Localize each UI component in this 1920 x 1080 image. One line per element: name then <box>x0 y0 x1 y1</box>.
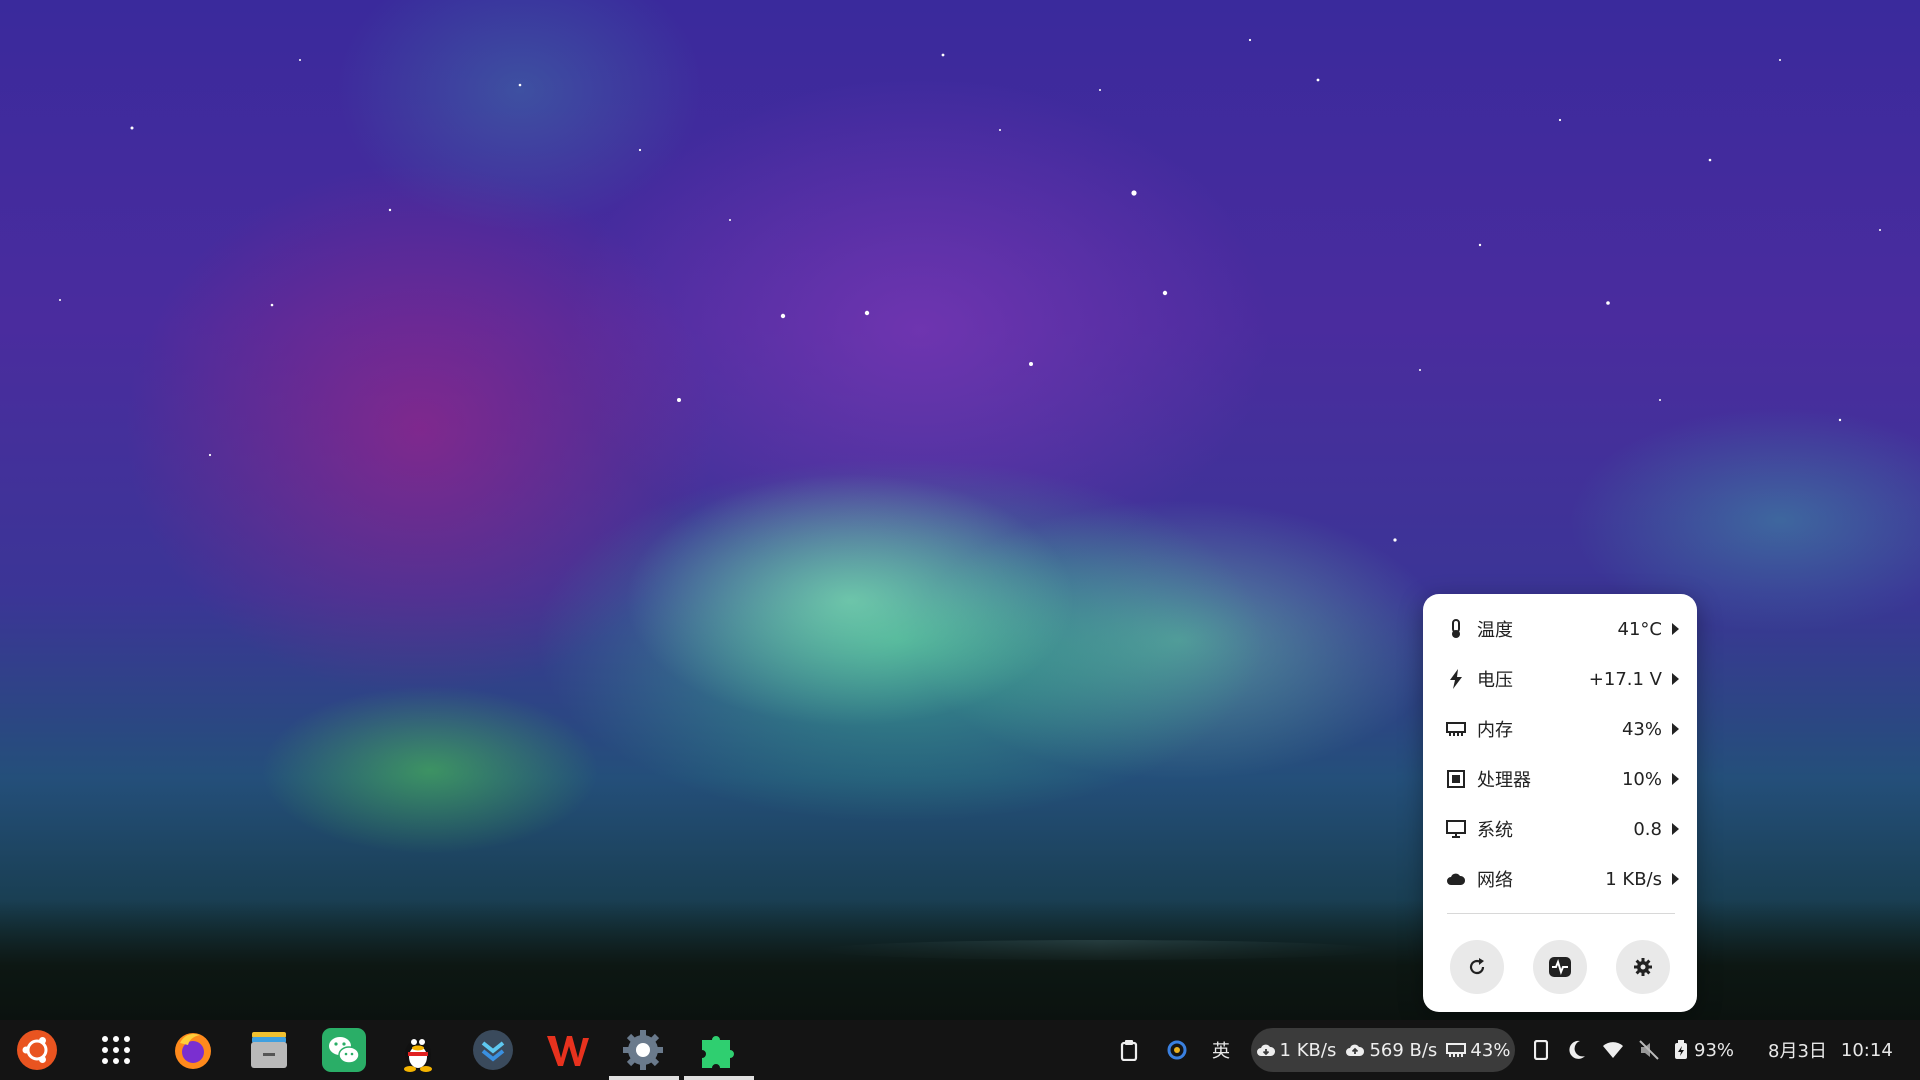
chevron-right-icon <box>1672 873 1679 885</box>
volume-indicator[interactable] <box>1638 1020 1660 1080</box>
clipboard-indicator[interactable] <box>1120 1020 1138 1080</box>
settings-icon <box>1634 958 1652 976</box>
battery-indicator[interactable]: 93% <box>1674 1020 1734 1080</box>
taskbar: 英 1 KB/s 569 B/s 43% 93% 8月3日 10:14 <box>0 1020 1920 1080</box>
cpu-row[interactable]: 处理器 10% <box>1445 761 1679 797</box>
row-value: +17.1 V <box>1588 668 1662 690</box>
row-label: 电压 <box>1477 670 1513 691</box>
battery-value: 93% <box>1694 1039 1735 1061</box>
bolt-icon <box>1445 668 1467 690</box>
voltage-row[interactable]: 电压 +17.1 V <box>1445 661 1679 697</box>
thermometer-icon <box>1445 618 1467 640</box>
wifi-indicator[interactable] <box>1602 1020 1624 1080</box>
files-button[interactable] <box>245 1026 293 1074</box>
memory-icon <box>1445 718 1467 740</box>
network-row[interactable]: 网络 1 KB/s <box>1445 861 1679 897</box>
battery-charging-icon <box>1675 1040 1687 1059</box>
clipboard-icon <box>1120 1040 1138 1061</box>
system-row[interactable]: 系统 0.8 <box>1445 811 1679 847</box>
todo-app-button[interactable] <box>469 1026 517 1074</box>
firefox-button[interactable] <box>169 1026 217 1074</box>
chevron-right-icon <box>1672 723 1679 735</box>
wechat-button[interactable] <box>320 1026 368 1074</box>
night-light-indicator[interactable] <box>1568 1020 1586 1080</box>
volume-muted-icon <box>1639 1040 1659 1060</box>
activity-monitor-icon <box>1549 957 1571 977</box>
input-method-label: 英 <box>1212 1041 1230 1062</box>
system-monitor-indicator[interactable]: 1 KB/s 569 B/s 43% <box>1251 1028 1515 1072</box>
net-down-value: 1 KB/s <box>1279 1039 1337 1061</box>
input-method-indicator[interactable]: 英 <box>1212 1020 1230 1080</box>
moon-icon <box>1569 1040 1585 1059</box>
qq-button[interactable] <box>394 1026 442 1074</box>
time-label: 10:14 <box>1840 1039 1893 1061</box>
date-label: 8月3日 <box>1768 1041 1827 1062</box>
ubuntu-logo-icon <box>17 1030 57 1070</box>
active-app-indicator <box>684 1076 754 1080</box>
memory-value: 43% <box>1470 1039 1511 1061</box>
row-label: 温度 <box>1477 620 1513 641</box>
temperature-row[interactable]: 温度 41°C <box>1445 611 1679 647</box>
wps-icon <box>547 1036 589 1066</box>
cloud-icon <box>1445 868 1467 890</box>
puzzle-icon <box>702 1036 734 1068</box>
row-value: 43% <box>1621 718 1662 740</box>
cloud-download-icon <box>1256 1044 1275 1056</box>
todo-app-icon <box>473 1030 513 1070</box>
row-label: 系统 <box>1477 820 1513 841</box>
row-value: 10% <box>1621 768 1662 790</box>
cloud-upload-icon <box>1346 1044 1365 1056</box>
wechat-icon <box>322 1028 366 1072</box>
wps-button[interactable] <box>544 1026 592 1074</box>
row-value: 0.8 <box>1633 818 1662 840</box>
memory-row[interactable]: 内存 43% <box>1445 711 1679 747</box>
monitor-icon <box>1445 818 1467 840</box>
row-value: 41°C <box>1617 618 1662 640</box>
refresh-button[interactable] <box>1450 940 1504 994</box>
cpu-icon <box>1445 768 1467 790</box>
system-monitor-button[interactable] <box>1533 940 1587 994</box>
wifi-icon <box>1603 1042 1623 1058</box>
qq-icon <box>404 1039 432 1072</box>
app-indicator-icon <box>1167 1040 1187 1060</box>
divider <box>1447 913 1675 914</box>
app-indicator[interactable] <box>1166 1020 1188 1080</box>
ubuntu-logo-button[interactable] <box>13 1026 61 1074</box>
chevron-right-icon <box>1672 623 1679 635</box>
memory-usage: 43% <box>1446 1040 1510 1061</box>
active-app-indicator <box>609 1076 679 1080</box>
net-download: 1 KB/s <box>1256 1039 1337 1061</box>
settings-app-button[interactable] <box>619 1026 667 1074</box>
chevron-right-icon <box>1672 773 1679 785</box>
system-monitor-popup: 温度 41°C 电压 +17.1 V 内存 43% 处理器 10% 系统 0.8 <box>1423 594 1697 1012</box>
row-label: 处理器 <box>1477 770 1531 791</box>
chevron-right-icon <box>1672 823 1679 835</box>
net-up-value: 569 B/s <box>1369 1039 1438 1061</box>
gear-icon <box>623 1030 663 1070</box>
clock[interactable]: 8月3日 10:14 <box>1768 1020 1893 1080</box>
net-upload: 569 B/s <box>1345 1040 1437 1061</box>
firefox-icon <box>175 1033 211 1069</box>
files-icon <box>251 1032 287 1068</box>
memory-icon <box>1446 1043 1467 1057</box>
refresh-icon <box>1469 958 1485 975</box>
phone-indicator[interactable] <box>1534 1020 1548 1080</box>
app-grid-button[interactable] <box>92 1026 140 1074</box>
phone-icon <box>1534 1040 1548 1060</box>
settings-button[interactable] <box>1616 940 1670 994</box>
extensions-button[interactable] <box>694 1026 742 1074</box>
row-label: 内存 <box>1477 720 1513 741</box>
row-label: 网络 <box>1477 870 1513 891</box>
chevron-right-icon <box>1672 673 1679 685</box>
row-value: 1 KB/s <box>1605 868 1662 890</box>
app-grid-icon <box>102 1036 130 1064</box>
